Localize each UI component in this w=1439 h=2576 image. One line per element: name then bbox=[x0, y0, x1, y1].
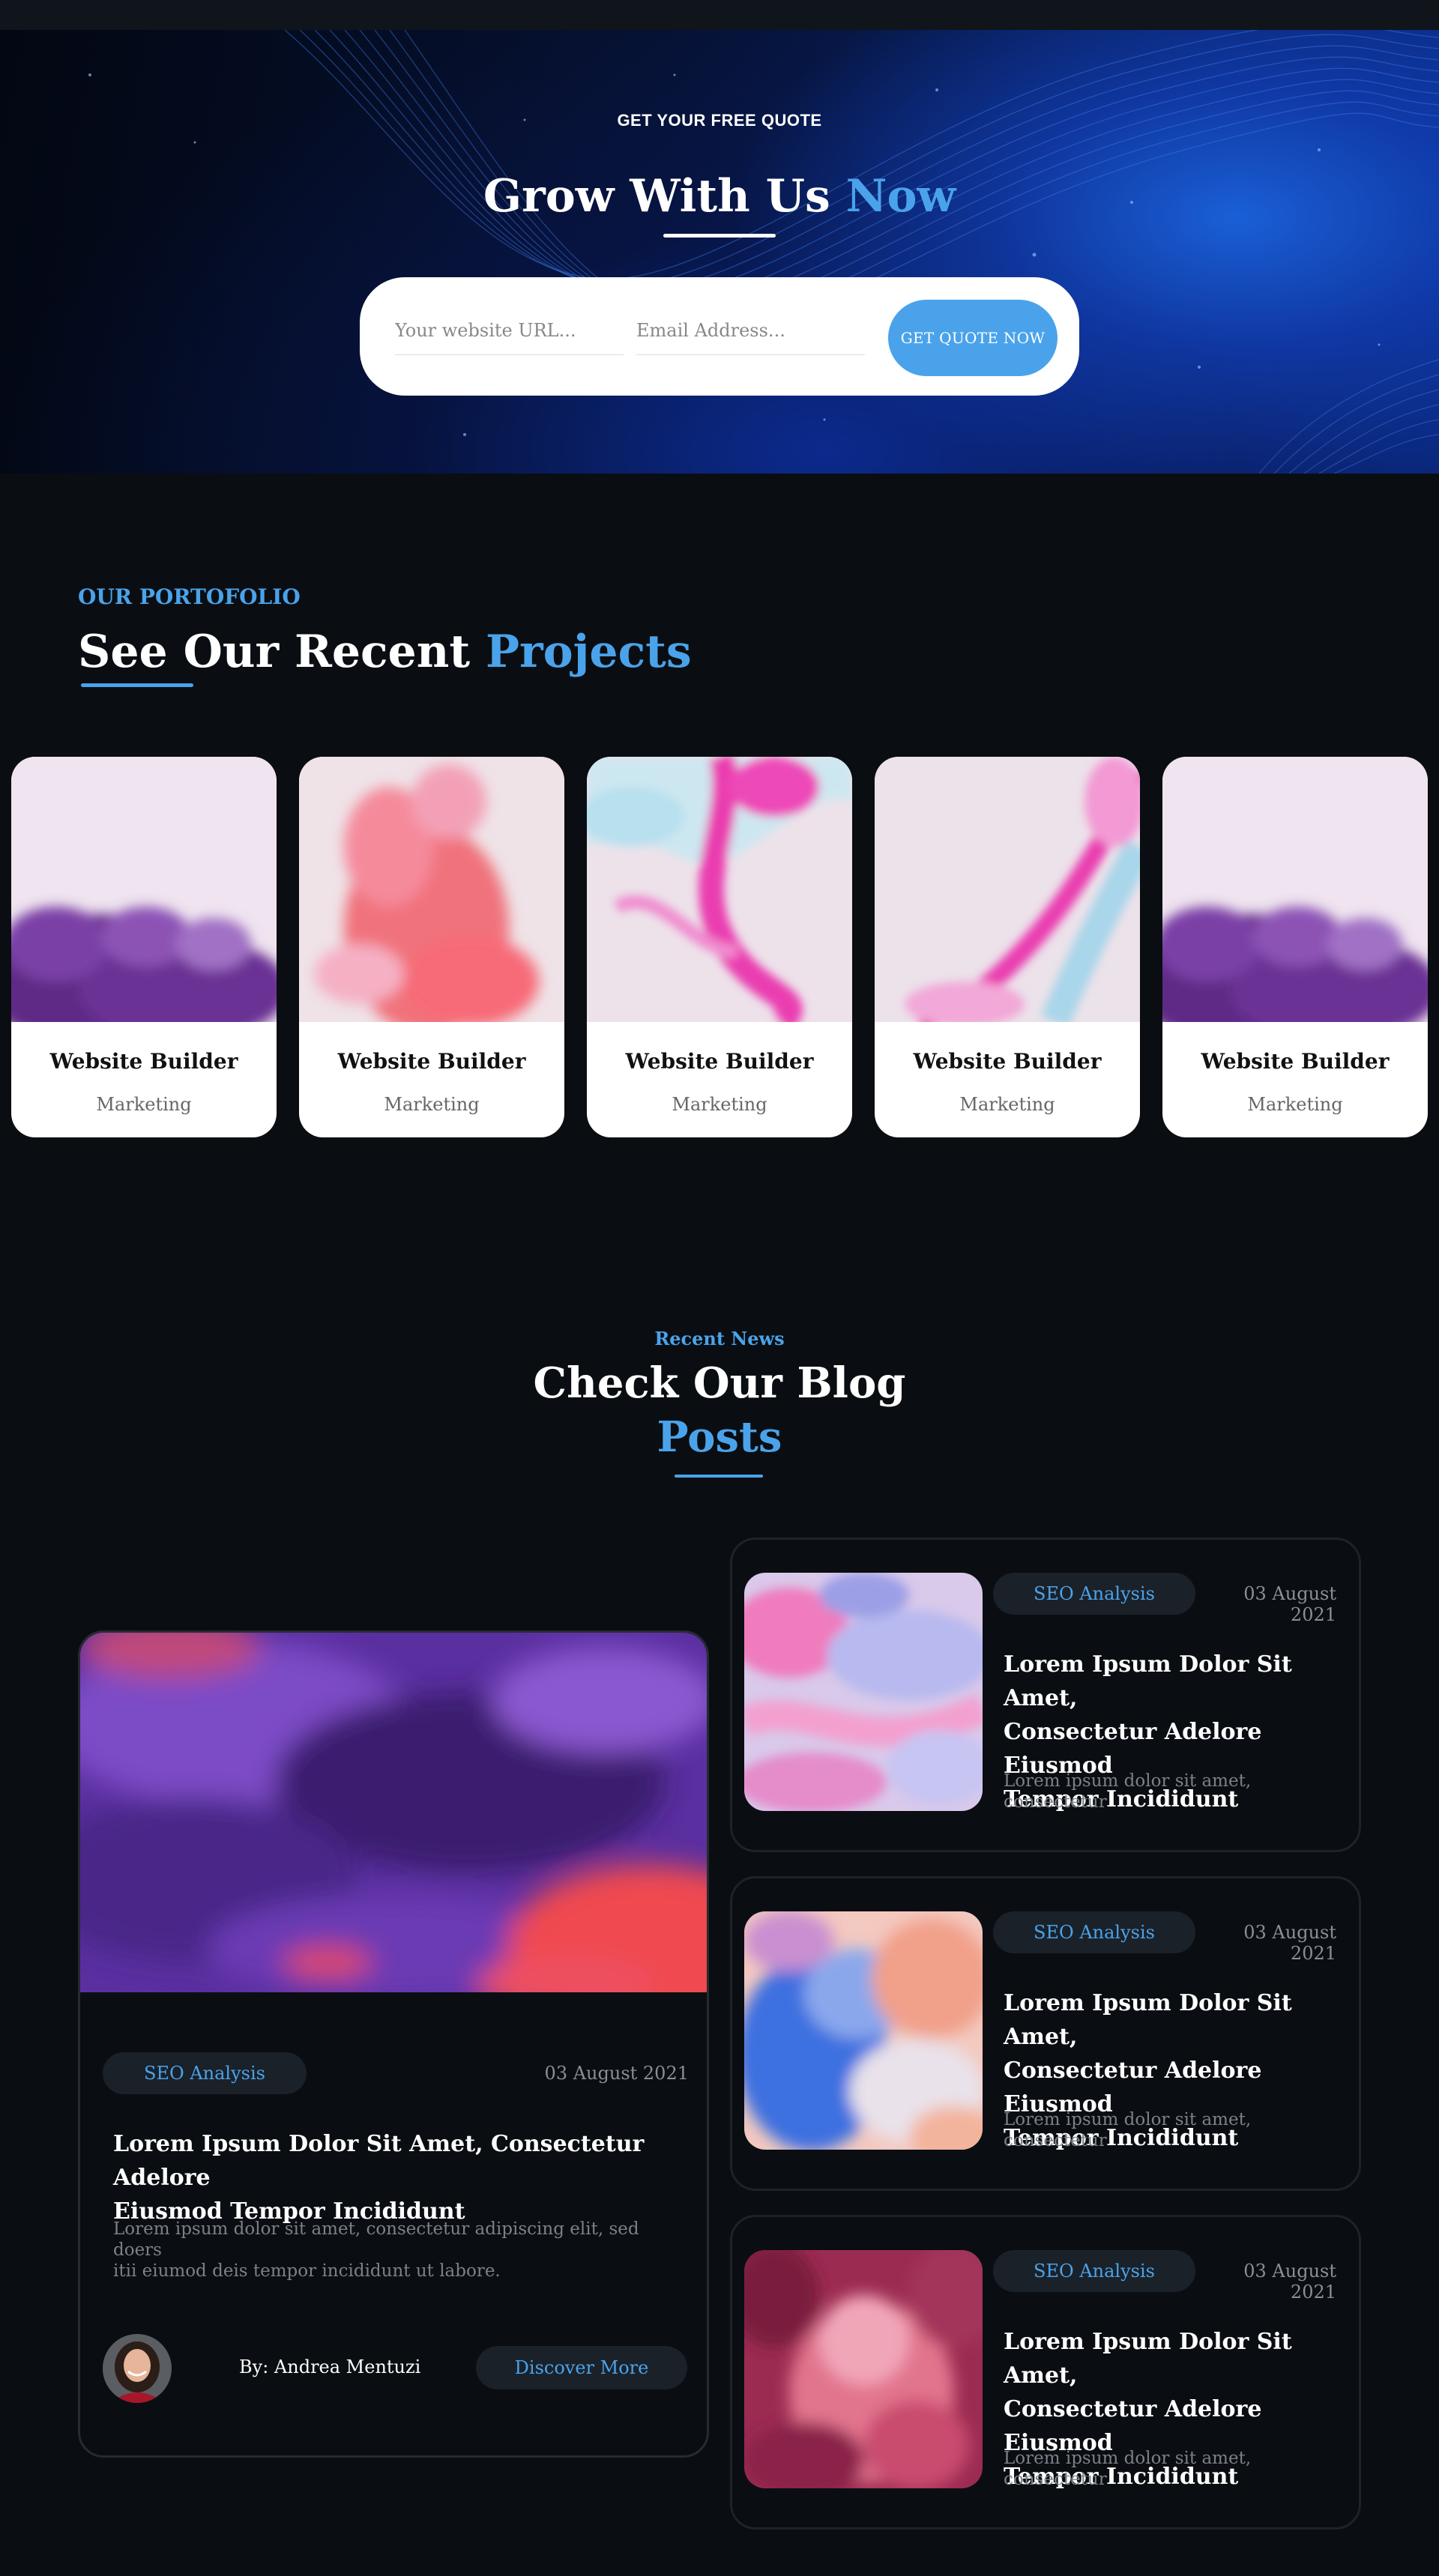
website-url-input[interactable] bbox=[395, 306, 624, 355]
card-title: Website Builder bbox=[49, 1049, 238, 1074]
blog-title-line2: Posts bbox=[657, 1412, 782, 1462]
post-excerpt-line2: consectetur bbox=[1004, 2470, 1107, 2489]
card-category: Marketing bbox=[672, 1094, 767, 1115]
author-avatar bbox=[103, 2334, 172, 2403]
portfolio-title-main: See Our Recent bbox=[78, 626, 486, 678]
post-thumbnail bbox=[744, 1911, 983, 2150]
hero-title-underline bbox=[663, 234, 776, 238]
post-excerpt-line2: consectetur bbox=[1004, 1792, 1107, 1812]
post-excerpt-line2: consectetur bbox=[1004, 2131, 1107, 2150]
card-title: Website Builder bbox=[913, 1049, 1102, 1074]
featured-post-card: SEO Analysis 03 August 2021 Lorem Ipsum … bbox=[78, 1630, 709, 2458]
post-excerpt-line1: Lorem ipsum dolor sit amet, bbox=[1004, 2110, 1252, 2129]
post-thumbnail bbox=[744, 1573, 983, 1811]
post-title-line1: Lorem Ipsum Dolor Sit Amet, bbox=[1004, 1990, 1292, 2050]
wave-background bbox=[88, 30, 1439, 474]
post-excerpt: Lorem ipsum dolor sit amet, consectetur bbox=[1004, 2109, 1341, 2151]
hero-title-main: Grow With Us bbox=[483, 170, 846, 223]
blog-title-line1: Check Our Blog bbox=[533, 1358, 906, 1408]
blog-post-card: SEO Analysis 03 August 2021 Lorem Ipsum … bbox=[730, 2215, 1361, 2530]
card-title: Website Builder bbox=[625, 1049, 814, 1074]
hero-eyebrow: GET YOUR FREE QUOTE bbox=[617, 111, 822, 130]
portfolio-title-accent: Projects bbox=[485, 626, 692, 678]
post-excerpt-line1: Lorem ipsum dolor sit amet, consectetur … bbox=[113, 2219, 639, 2260]
card-category: Marketing bbox=[384, 1094, 480, 1115]
post-category-tag[interactable]: SEO Analysis bbox=[993, 1911, 1195, 1953]
card-category: Marketing bbox=[96, 1094, 192, 1115]
portfolio-card[interactable]: Website Builder Marketing bbox=[1162, 757, 1428, 1137]
email-input[interactable] bbox=[636, 306, 865, 355]
quote-form: GET QUOTE NOW bbox=[360, 277, 1079, 396]
post-title-line1: Lorem Ipsum Dolor Sit Amet, bbox=[1004, 1651, 1292, 1711]
project-image bbox=[11, 757, 277, 1049]
project-image bbox=[587, 757, 852, 1032]
card-category: Marketing bbox=[959, 1094, 1055, 1115]
post-category-tag[interactable]: SEO Analysis bbox=[993, 1573, 1195, 1615]
project-image bbox=[1162, 757, 1428, 1049]
blog-post-card: SEO Analysis 03 August 2021 Lorem Ipsum … bbox=[730, 1538, 1361, 1852]
portfolio-card[interactable]: Website Builder Marketing bbox=[875, 757, 1140, 1137]
blog-post-card: SEO Analysis 03 August 2021 Lorem Ipsum … bbox=[730, 1876, 1361, 2191]
post-title-line1: Lorem Ipsum Dolor Sit Amet, bbox=[1004, 2329, 1292, 2389]
post-date: 03 August 2021 bbox=[1243, 1583, 1336, 1625]
get-quote-button[interactable]: GET QUOTE NOW bbox=[888, 300, 1058, 376]
hero-title-accent: Now bbox=[845, 170, 956, 223]
portfolio-card[interactable]: Website Builder Marketing bbox=[587, 757, 852, 1137]
author-name: By: Andrea Mentuzi bbox=[239, 2356, 421, 2377]
post-excerpt: Lorem ipsum dolor sit amet, consectetur bbox=[1004, 1771, 1341, 1812]
post-excerpt-line1: Lorem ipsum dolor sit amet, bbox=[1004, 1771, 1252, 1791]
card-category: Marketing bbox=[1247, 1094, 1343, 1115]
project-image bbox=[875, 757, 1140, 1032]
portfolio-card[interactable]: Website Builder Marketing bbox=[299, 757, 564, 1137]
post-excerpt: Lorem ipsum dolor sit amet, consectetur … bbox=[113, 2219, 683, 2282]
portfolio-title-underline bbox=[81, 683, 193, 687]
post-category-tag[interactable]: SEO Analysis bbox=[993, 2250, 1195, 2292]
top-bar bbox=[0, 0, 1439, 30]
card-title: Website Builder bbox=[337, 1049, 526, 1074]
portfolio-eyebrow: OUR PORTOFOLIO bbox=[78, 584, 301, 609]
post-title-line1: Lorem Ipsum Dolor Sit Amet, Consectetur … bbox=[113, 2131, 645, 2191]
hero-title: Grow With Us Now bbox=[0, 166, 1439, 226]
post-excerpt: Lorem ipsum dolor sit amet, consectetur bbox=[1004, 2448, 1341, 2490]
card-title: Website Builder bbox=[1201, 1049, 1390, 1074]
post-excerpt-line2: itii eiumod deis tempor incididunt ut la… bbox=[113, 2261, 501, 2281]
blog-title-underline bbox=[675, 1475, 763, 1478]
featured-post-image bbox=[80, 1633, 707, 1992]
post-date: 03 August 2021 bbox=[1243, 1922, 1336, 1964]
blog-eyebrow: Recent News bbox=[654, 1328, 785, 1349]
post-title[interactable]: Lorem Ipsum Dolor Sit Amet, Consectetur … bbox=[113, 2127, 683, 2228]
post-date: 03 August 2021 bbox=[544, 2063, 689, 2084]
portfolio-title: See Our Recent Projects bbox=[78, 622, 692, 682]
post-thumbnail bbox=[744, 2250, 983, 2488]
discover-more-button[interactable]: Discover More bbox=[476, 2346, 687, 2389]
post-excerpt-line1: Lorem ipsum dolor sit amet, bbox=[1004, 2449, 1252, 2468]
post-date: 03 August 2021 bbox=[1243, 2261, 1336, 2303]
post-category-tag[interactable]: SEO Analysis bbox=[103, 2052, 307, 2094]
quote-hero: GET YOUR FREE QUOTE Grow With Us Now GET… bbox=[0, 30, 1439, 474]
portfolio-card[interactable]: Website Builder Marketing bbox=[11, 757, 277, 1137]
project-image bbox=[299, 757, 564, 1034]
